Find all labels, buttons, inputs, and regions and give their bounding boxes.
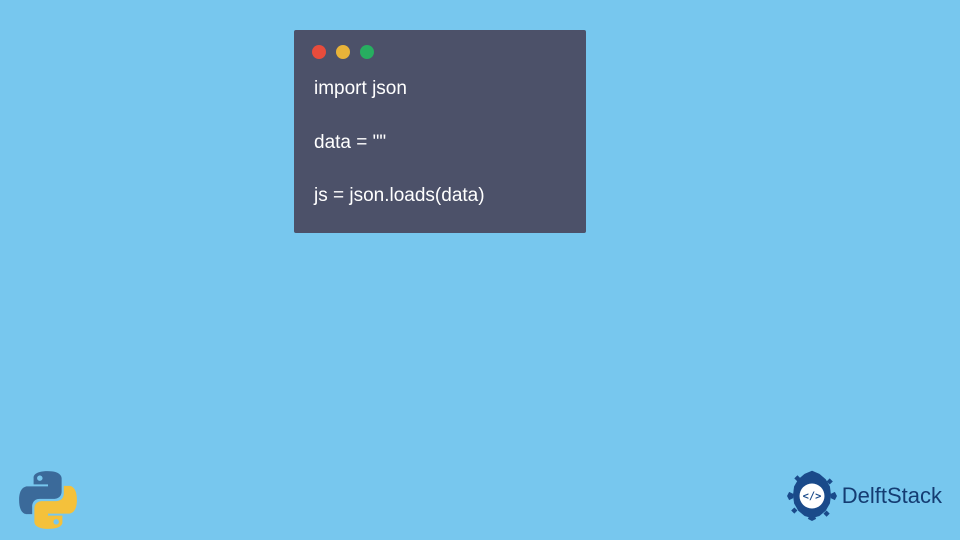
window-controls [294,30,586,69]
maximize-dot-icon [360,45,374,59]
svg-text:</>: </> [802,491,821,503]
watermark-text: DelftStack [842,483,942,509]
delftstack-logo-icon: </> [786,470,838,522]
minimize-dot-icon [336,45,350,59]
code-window: import json data = "" js = json.loads(da… [294,30,586,233]
code-content: import json data = "" js = json.loads(da… [294,69,586,211]
code-line-1: import json [314,75,566,104]
python-logo-icon [18,470,78,530]
code-line-3: js = json.loads(data) [314,182,566,211]
code-blank [314,104,566,129]
close-dot-icon [312,45,326,59]
code-blank [314,157,566,182]
watermark: </> DelftStack [786,470,942,522]
code-line-2: data = "" [314,129,566,158]
